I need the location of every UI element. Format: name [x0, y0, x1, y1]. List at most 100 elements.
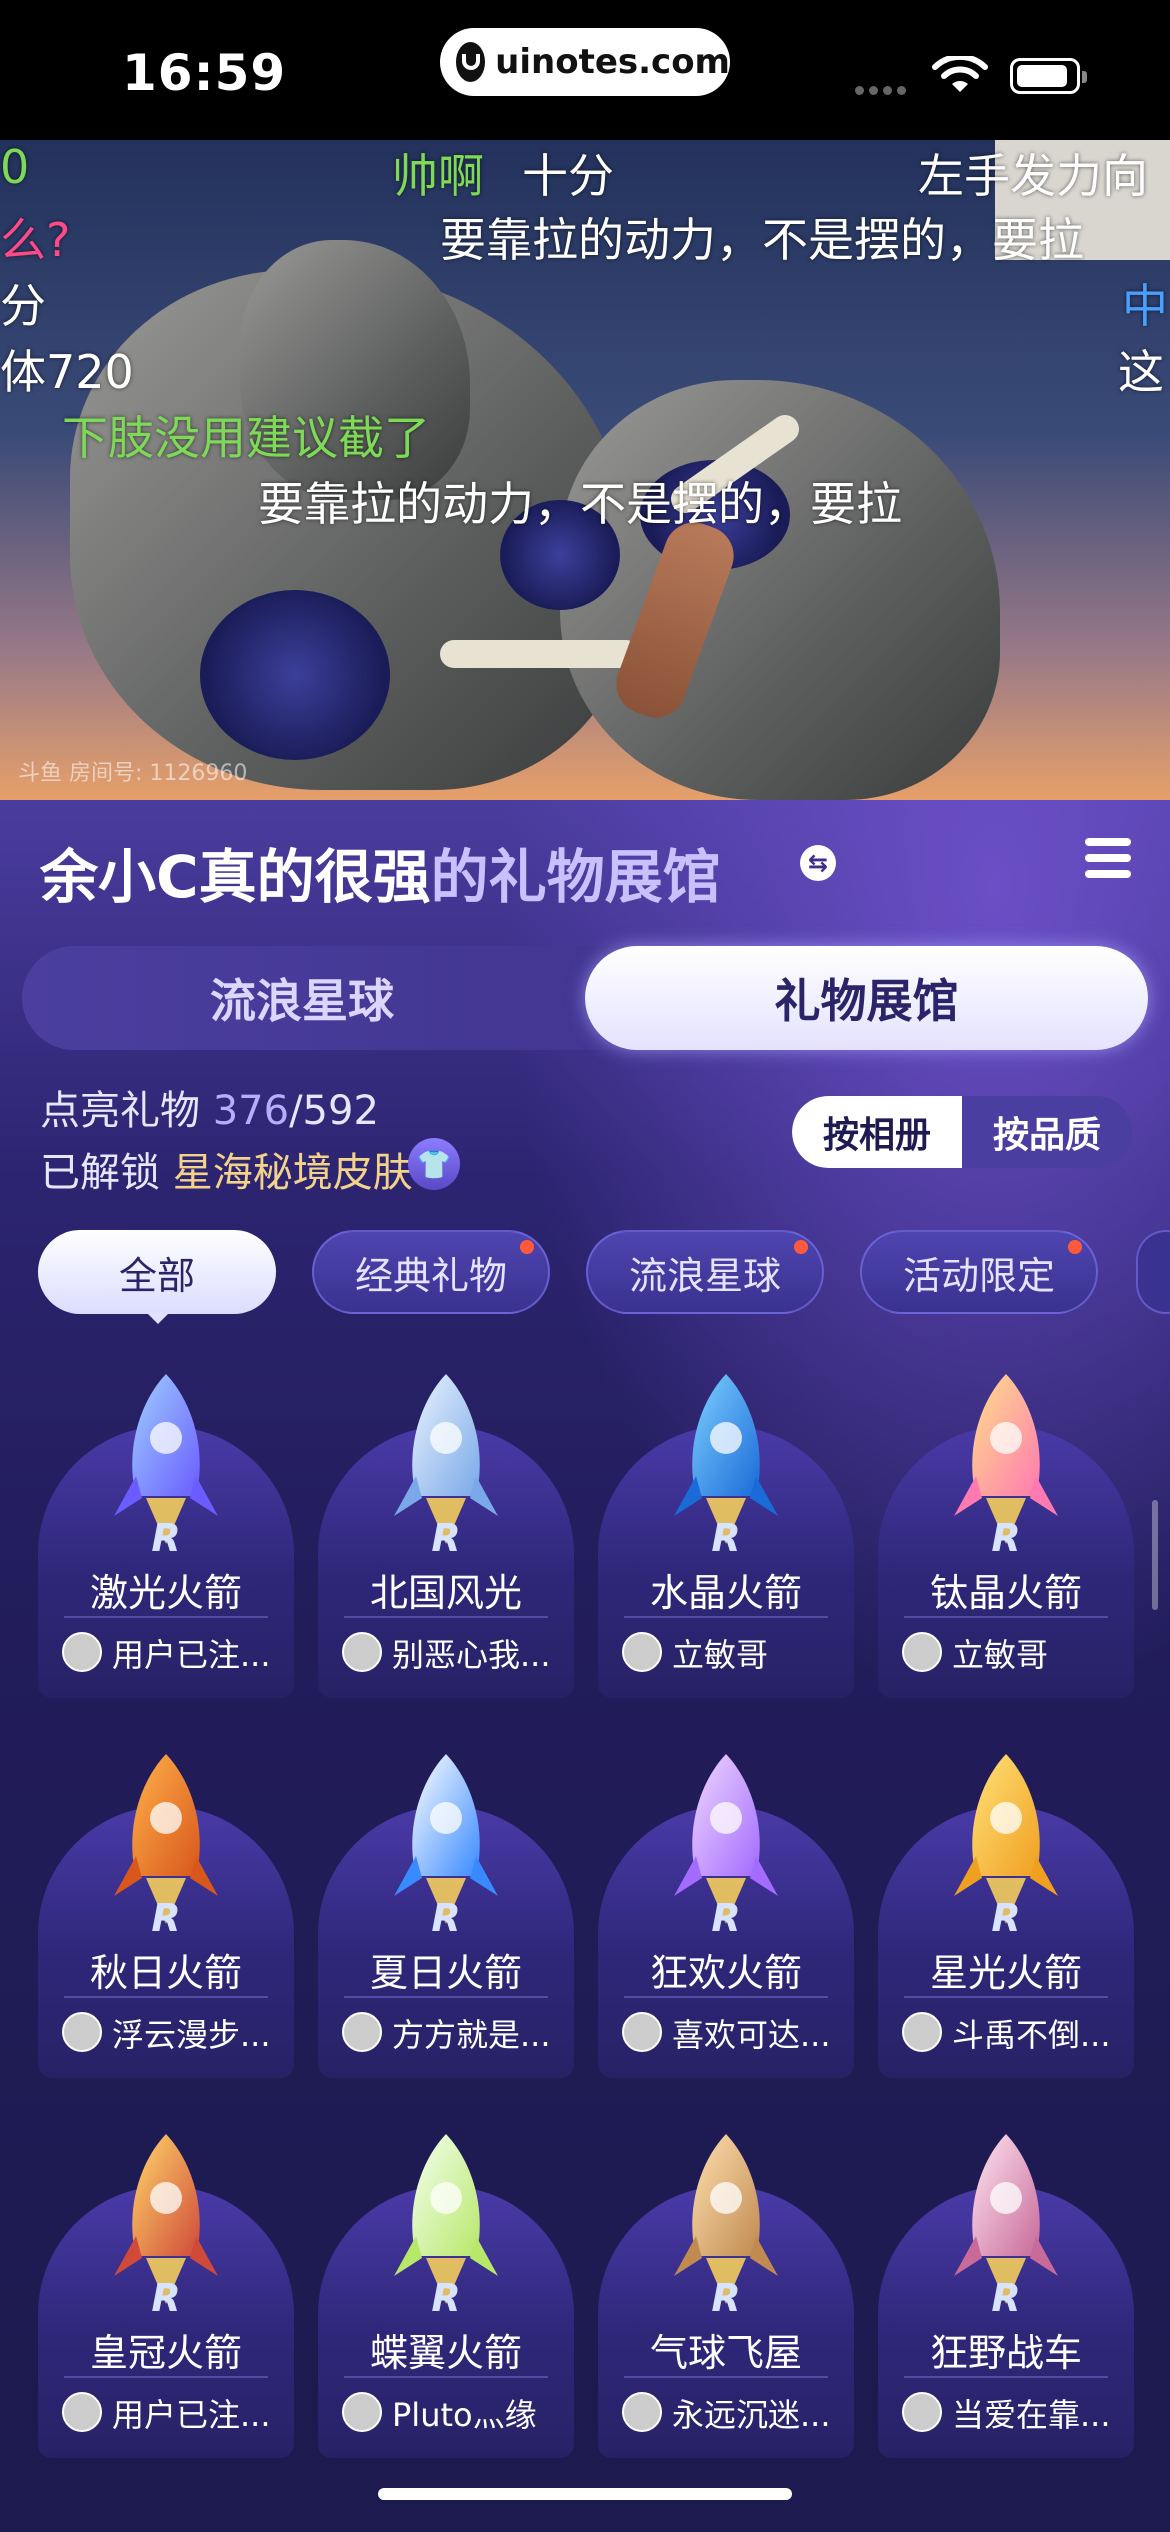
gift-user: 立敏哥 — [952, 1636, 1049, 1674]
rarity-r-icon: R — [431, 1516, 461, 1560]
gift-name: 夏日火箭 — [369, 1951, 522, 1995]
new-dot-icon — [520, 1240, 534, 1254]
unlocked-skin: 已解锁 星海秘境皮肤 — [40, 1140, 413, 1198]
divider — [344, 1996, 548, 1998]
scene-bone — [440, 640, 640, 668]
rarity-r-icon: R — [991, 1516, 1021, 1560]
gift-name: 气球飞屋 — [649, 2331, 802, 2375]
gift-user: 别恶心我... — [392, 1636, 551, 1674]
gift-card[interactable]: R 秋日火箭 浮云漫步... — [38, 1746, 294, 2078]
rarity-r-icon: R — [991, 1896, 1021, 1940]
sort-by-album-button[interactable]: 按相册 — [792, 1096, 962, 1168]
skin-name: 星海秘境皮肤 — [172, 1150, 413, 1196]
avatar[interactable] — [62, 2392, 102, 2432]
gift-name: 钛晶火箭 — [929, 1571, 1082, 1615]
chip-label: 经典礼物 — [354, 1253, 507, 1298]
lit-gifts-label: 点亮礼物 — [40, 1088, 200, 1134]
category-chips: 全部 经典礼物 流浪星球 活动限定 — [0, 1230, 1170, 1320]
divider — [904, 1616, 1108, 1618]
avatar[interactable] — [342, 2392, 382, 2432]
divider — [344, 2376, 548, 2378]
avatar[interactable] — [622, 2012, 662, 2052]
avatar[interactable] — [62, 2012, 102, 2052]
gift-card[interactable]: R 蝶翼火箭 Pluto灬缘 — [318, 2126, 574, 2458]
danmaku-comment: 分 — [0, 279, 46, 333]
chip-classic-gifts[interactable]: 经典礼物 — [312, 1230, 550, 1314]
gift-hall-panel: 余小C真的很强的礼物展馆 ⇆ 流浪星球 礼物展馆 点亮礼物 376/592 已解… — [0, 800, 1170, 2532]
lit-gifts-stat: 点亮礼物 376/592 — [40, 1078, 379, 1136]
rarity-r-icon: R — [711, 2276, 741, 2320]
menu-icon[interactable] — [1085, 838, 1131, 884]
gift-user: 用户已注... — [112, 2396, 271, 2434]
gift-name: 星光火箭 — [929, 1951, 1082, 1995]
rarity-r-icon: R — [711, 1516, 741, 1560]
gift-user: 斗禹不倒... — [952, 2016, 1111, 2054]
gift-user: Pluto灬缘 — [392, 2396, 537, 2434]
divider — [904, 1996, 1108, 1998]
gift-card[interactable]: R 皇冠火箭 用户已注... — [38, 2126, 294, 2458]
swap-icon[interactable]: ⇆ — [800, 845, 836, 881]
gift-user: 当爱在靠... — [952, 2396, 1111, 2434]
avatar[interactable] — [622, 1632, 662, 1672]
danmaku-comment: 这 — [1118, 345, 1164, 399]
chip-all[interactable]: 全部 — [38, 1230, 276, 1314]
divider — [64, 1996, 268, 1998]
battery-icon — [1010, 58, 1087, 94]
sort-by-quality-button[interactable]: 按品质 — [962, 1096, 1132, 1168]
avatar[interactable] — [902, 1632, 942, 1672]
danmaku-comment: 左手发力向 — [918, 149, 1148, 203]
gift-card[interactable]: R 钛晶火箭立敏哥 — [878, 1366, 1134, 1698]
gift-name: 狂欢火箭 — [649, 1951, 802, 1995]
gift-card[interactable]: R 北国风光 别恶心我... — [318, 1366, 574, 1698]
chip-limited-event[interactable]: 活动限定 — [860, 1230, 1098, 1314]
divider — [624, 1616, 828, 1618]
live-video[interactable]: 0 帅啊 十分 左手发力向 么? 要靠拉的动力，不是摆的，要拉 分 中 体720… — [0, 140, 1170, 800]
total-count: /592 — [289, 1088, 379, 1134]
avatar[interactable] — [342, 1632, 382, 1672]
gift-user: 浮云漫步... — [112, 2016, 271, 2054]
divider — [64, 1616, 268, 1618]
tab-wandering-planet[interactable]: 流浪星球 — [22, 946, 582, 1050]
rarity-r-icon: R — [991, 2276, 1021, 2320]
rarity-r-icon: R — [711, 1896, 741, 1940]
gift-card[interactable]: R 狂野战车当爱在靠... — [878, 2126, 1134, 2458]
cellular-signal-icon — [855, 86, 906, 95]
avatar[interactable] — [342, 2012, 382, 2052]
tab-gift-hall[interactable]: 礼物展馆 — [585, 946, 1148, 1050]
gift-card[interactable]: R 水晶火箭 立敏哥 — [598, 1366, 854, 1698]
gift-name: 蝶翼火箭 — [369, 2331, 522, 2375]
lit-count: 376 — [212, 1088, 290, 1134]
gift-card[interactable]: R 狂欢火箭喜欢可达... — [598, 1746, 854, 2078]
divider — [624, 1996, 828, 1998]
site-logo-icon — [456, 42, 486, 82]
gift-name: 皇冠火箭 — [89, 2331, 242, 2375]
avatar[interactable] — [902, 2012, 942, 2052]
url-pill[interactable]: uinotes.com — [440, 28, 730, 96]
wifi-icon — [932, 56, 988, 92]
gift-card[interactable]: R 夏日火箭 方方就是... — [318, 1746, 574, 2078]
scrollbar[interactable] — [1152, 1500, 1158, 1610]
danmaku-comment: 十分 — [522, 149, 614, 203]
gift-card[interactable]: R 气球飞屋永远沉迷... — [598, 2126, 854, 2458]
streamer-name: 余小C真的很强 — [40, 843, 431, 911]
gift-card[interactable]: R 激光火箭 用户已注... — [38, 1366, 294, 1698]
gift-card[interactable]: R 星光火箭斗禹不倒... — [878, 1746, 1134, 2078]
danmaku-comment: 0 — [0, 140, 30, 194]
gift-name: 狂野战车 — [929, 2331, 1082, 2375]
rarity-r-icon: R — [151, 1516, 181, 1560]
gift-user: 永远沉迷... — [672, 2396, 831, 2434]
avatar[interactable] — [622, 2392, 662, 2432]
rarity-r-icon: R — [151, 1896, 181, 1940]
gift-name: 水晶火箭 — [649, 1571, 802, 1615]
danmaku-comment: 要靠拉的动力，不是摆的，要拉 — [440, 213, 1084, 267]
danmaku-comment: 么? — [0, 213, 71, 267]
chip-wandering-planet[interactable]: 流浪星球 — [586, 1230, 824, 1314]
avatar[interactable] — [902, 2392, 942, 2432]
danmaku-comment: 帅啊 — [392, 149, 484, 203]
chip-more[interactable] — [1136, 1230, 1170, 1314]
avatar[interactable] — [62, 1632, 102, 1672]
shirt-icon[interactable]: 👕 — [408, 1138, 460, 1190]
divider — [624, 2376, 828, 2378]
gift-user: 喜欢可达... — [672, 2016, 831, 2054]
gift-user: 方方就是... — [392, 2016, 551, 2054]
